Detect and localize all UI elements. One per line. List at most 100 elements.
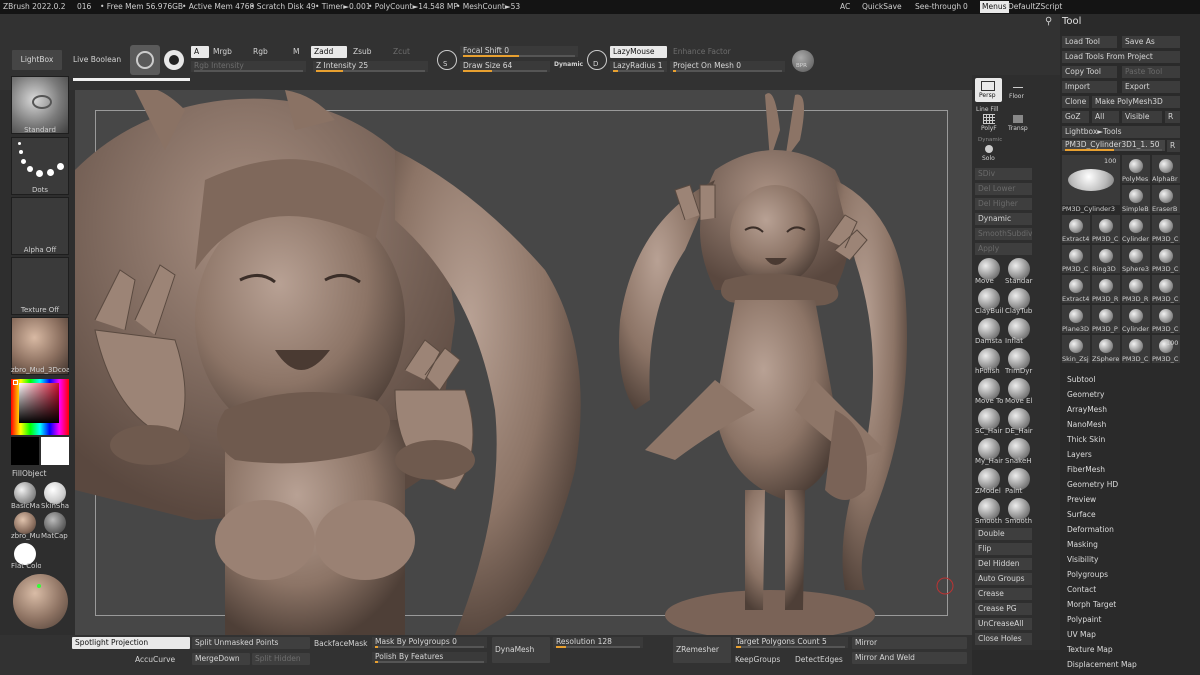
main-color-swatch[interactable] (41, 437, 69, 465)
lightbox-tools-button[interactable]: Lightbox►Tools (1062, 126, 1180, 138)
mrgb-toggle[interactable]: Mrgb (213, 47, 232, 56)
zsub-toggle[interactable]: Zsub (353, 47, 372, 56)
uncrease-all-button[interactable]: UnCreaseAll (975, 618, 1032, 630)
edit-button[interactable] (130, 45, 160, 75)
lazyradius-slider[interactable]: LazyRadius 1 (610, 61, 667, 72)
split-hidden-button[interactable]: Split Hidden (252, 653, 310, 665)
subpalette-contact[interactable]: Contact (1067, 585, 1096, 594)
dynamic-subdiv-button[interactable]: Dynamic (975, 213, 1032, 225)
lazymouse-toggle[interactable]: LazyMouse (610, 46, 667, 58)
sdiv-slider[interactable]: SDiv (975, 168, 1032, 180)
draw-d-icon[interactable]: D (587, 50, 607, 70)
fillobject-button[interactable]: FillObject (12, 469, 46, 478)
subpalette-preview[interactable]: Preview (1067, 495, 1096, 504)
goz-button[interactable]: GoZ (1062, 111, 1089, 123)
mergedown-button[interactable]: MergeDown (192, 653, 250, 665)
subpalette-subtool[interactable]: Subtool (1067, 375, 1095, 384)
copy-tool-button[interactable]: Copy Tool (1062, 66, 1117, 78)
search-icon[interactable]: ⚲ (1045, 16, 1052, 27)
current-tool-thumbnail[interactable]: 100 (1062, 155, 1120, 205)
seethrough-slider[interactable]: See-through (915, 0, 961, 14)
basicmaterial-swatch[interactable] (14, 482, 36, 504)
m-toggle[interactable]: M (293, 47, 299, 56)
skinshade-swatch[interactable] (44, 482, 66, 504)
load-tool-button[interactable]: Load Tool (1062, 36, 1117, 48)
current-tool-slider[interactable]: PM3D_Cylinder3D1_1. 50 (1062, 140, 1165, 151)
crease-pg-button[interactable]: Crease PG (975, 603, 1032, 615)
subpalette-geometry-hd[interactable]: Geometry HD (1067, 480, 1118, 489)
subpalette-thick-skin[interactable]: Thick Skin (1067, 435, 1105, 444)
resolution-slider[interactable]: Resolution 128 (553, 637, 643, 648)
polyframe-button[interactable]: PolyF (978, 113, 1000, 133)
subpalette-visibility[interactable]: Visibility (1067, 555, 1098, 564)
flip-button[interactable]: Flip (975, 543, 1032, 555)
keepgroups-toggle[interactable]: KeepGroups (735, 655, 780, 664)
subpalette-masking[interactable]: Masking (1067, 540, 1098, 549)
rgb-intensity-slider[interactable]: Rgb Intensity (191, 61, 306, 72)
subpalette-geometry[interactable]: Geometry (1067, 390, 1104, 399)
lightbox-button[interactable]: LightBox (12, 50, 62, 70)
export-button[interactable]: Export (1122, 81, 1180, 93)
subpalette-nanomesh[interactable]: NanoMesh (1067, 420, 1106, 429)
save-as-button[interactable]: Save As (1122, 36, 1180, 48)
subpalette-texture-map[interactable]: Texture Map (1067, 645, 1113, 654)
subpalette-polypaint[interactable]: Polypaint (1067, 615, 1102, 624)
persp-button[interactable]: Persp (975, 78, 1002, 102)
subpalette-polygroups[interactable]: Polygroups (1067, 570, 1108, 579)
dynamesh-button[interactable]: DynaMesh (492, 637, 550, 663)
make-polymesh3d-button[interactable]: Make PolyMesh3D (1092, 96, 1180, 108)
import-button[interactable]: Import (1062, 81, 1117, 93)
matcap-swatch[interactable] (44, 512, 66, 534)
crease-button[interactable]: Crease (975, 588, 1032, 600)
zremesher-button[interactable]: ZRemesher (673, 637, 731, 663)
subpalette-deformation[interactable]: Deformation (1067, 525, 1114, 534)
mirror-and-weld-button[interactable]: Mirror And Weld (852, 652, 967, 664)
subpalette-displacement-map[interactable]: Displacement Map (1067, 660, 1137, 669)
color-picker[interactable] (11, 379, 69, 435)
double-button[interactable]: Double (975, 528, 1032, 540)
ac-button[interactable]: AC (840, 0, 850, 14)
apply-button[interactable]: Apply (975, 243, 1032, 255)
transp-button[interactable]: Transp (1005, 113, 1032, 133)
bpr-render-button[interactable]: BPR (792, 50, 814, 72)
close-holes-button[interactable]: Close Holes (975, 633, 1032, 645)
secondary-color-swatch[interactable] (11, 437, 39, 465)
subpalette-morph-target[interactable]: Morph Target (1067, 600, 1116, 609)
load-tools-from-project-button[interactable]: Load Tools From Project (1062, 51, 1180, 63)
smoothsubdiv-slider[interactable]: SmoothSubdiv (975, 228, 1032, 240)
dynamic-toggle[interactable]: Dynamic (554, 61, 583, 68)
project-on-mesh-slider[interactable]: Project On Mesh 0 (670, 61, 785, 72)
symmetry-icon[interactable] (164, 50, 184, 70)
enhance-factor-slider[interactable]: Enhance Factor (673, 47, 731, 56)
subpalette-fibermesh[interactable]: FiberMesh (1067, 465, 1105, 474)
mask-by-polygroups-slider[interactable]: Mask By Polygroups 0 (372, 637, 487, 648)
goz-r-button[interactable]: R (1165, 111, 1180, 123)
draw-size-slider[interactable]: Draw Size 64 (460, 61, 550, 72)
document-canvas[interactable] (75, 90, 972, 635)
goz-visible-button[interactable]: Visible (1122, 111, 1162, 123)
clone-button[interactable]: Clone (1062, 96, 1089, 108)
auto-groups-button[interactable]: Auto Groups (975, 573, 1032, 585)
rgb-toggle[interactable]: Rgb (253, 47, 268, 56)
del-higher-button[interactable]: Del Higher (975, 198, 1032, 210)
spotlight-projection-toggle[interactable]: Spotlight Projection (72, 637, 190, 649)
detectedges-toggle[interactable]: DetectEdges (795, 655, 843, 664)
live-boolean-button[interactable]: Live Boolean (73, 55, 121, 64)
accucurve-toggle[interactable]: AccuCurve (135, 655, 175, 664)
quicksave-button[interactable]: QuickSave (862, 0, 902, 14)
zbro-mud-swatch[interactable] (14, 512, 36, 534)
subpalette-uv-map[interactable]: UV Map (1067, 630, 1096, 639)
zadd-toggle[interactable]: Zadd (311, 46, 347, 58)
del-hidden-button[interactable]: Del Hidden (975, 558, 1032, 570)
stroke-s-icon[interactable]: S (437, 50, 457, 70)
menus-toggle[interactable]: Menus (980, 1, 1009, 13)
mirror-button[interactable]: Mirror (852, 637, 967, 649)
target-polygons-slider[interactable]: Target Polygons Count 5 (733, 637, 848, 648)
default-zscript-button[interactable]: DefaultZScript (1008, 0, 1062, 14)
z-intensity-slider[interactable]: Z Intensity 25 (313, 61, 428, 72)
light-position-dot[interactable] (37, 584, 41, 588)
polish-by-features-slider[interactable]: Polish By Features (372, 652, 487, 663)
subpalette-surface[interactable]: Surface (1067, 510, 1096, 519)
focal-shift-slider[interactable]: Focal Shift 0 (460, 46, 578, 57)
subpalette-arraymesh[interactable]: ArrayMesh (1067, 405, 1107, 414)
